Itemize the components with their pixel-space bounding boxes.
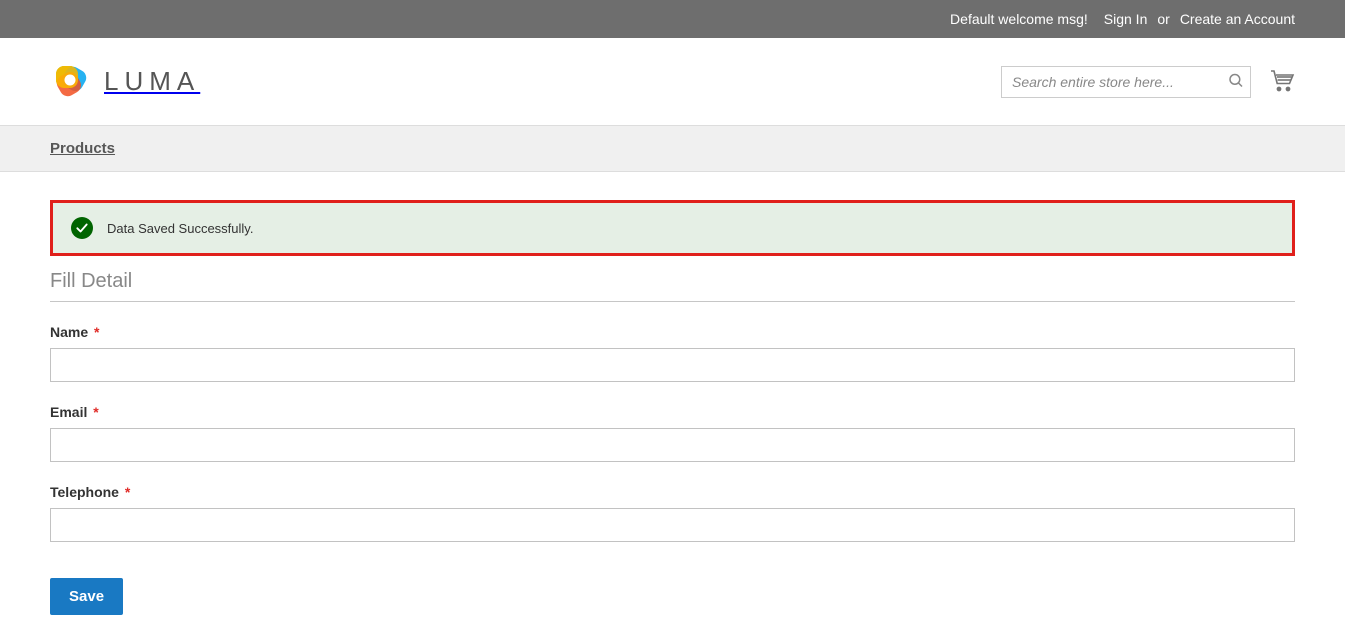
- required-mark: *: [125, 484, 130, 500]
- label-name-text: Name: [50, 324, 88, 340]
- form-legend: Fill Detail: [50, 262, 1295, 302]
- name-input[interactable]: [50, 348, 1295, 382]
- required-mark: *: [94, 324, 99, 340]
- check-circle-icon: [71, 217, 93, 239]
- label-telephone-text: Telephone: [50, 484, 119, 500]
- success-message-text: Data Saved Successfully.: [107, 221, 253, 236]
- label-email-text: Email: [50, 404, 87, 420]
- store-logo[interactable]: LUMA: [50, 60, 200, 103]
- header-main: LUMA: [0, 38, 1345, 125]
- nav-item-products[interactable]: Products: [50, 126, 115, 171]
- or-separator: or: [1157, 11, 1169, 27]
- cart-link[interactable]: [1269, 68, 1295, 95]
- search-icon: [1227, 77, 1245, 92]
- email-input[interactable]: [50, 428, 1295, 462]
- logo-text: LUMA: [104, 66, 200, 97]
- field-name: Name *: [50, 324, 1295, 382]
- required-mark: *: [93, 404, 98, 420]
- cart-icon: [1269, 79, 1295, 95]
- panel-links: Default welcome msg! Sign In or Create a…: [950, 11, 1295, 27]
- header-right: [1001, 66, 1295, 98]
- sign-in-link[interactable]: Sign In: [1104, 11, 1148, 27]
- main-content: Data Saved Successfully. Fill Detail Nam…: [0, 200, 1345, 615]
- save-button[interactable]: Save: [50, 578, 123, 615]
- nav-bar: Products: [0, 125, 1345, 172]
- success-highlight-box: Data Saved Successfully.: [50, 200, 1295, 256]
- search-input[interactable]: [1001, 66, 1251, 98]
- field-telephone: Telephone *: [50, 484, 1295, 542]
- welcome-message: Default welcome msg!: [950, 11, 1088, 27]
- label-email: Email *: [50, 404, 1295, 420]
- search-form: [1001, 66, 1251, 98]
- luma-logo-icon: [50, 60, 90, 103]
- success-message: Data Saved Successfully.: [53, 203, 1292, 253]
- label-name: Name *: [50, 324, 1295, 340]
- label-telephone: Telephone *: [50, 484, 1295, 500]
- search-button[interactable]: [1227, 71, 1245, 92]
- form-actions: Save: [50, 578, 1295, 615]
- field-email: Email *: [50, 404, 1295, 462]
- panel-header: Default welcome msg! Sign In or Create a…: [0, 0, 1345, 38]
- telephone-input[interactable]: [50, 508, 1295, 542]
- create-account-link[interactable]: Create an Account: [1180, 11, 1295, 27]
